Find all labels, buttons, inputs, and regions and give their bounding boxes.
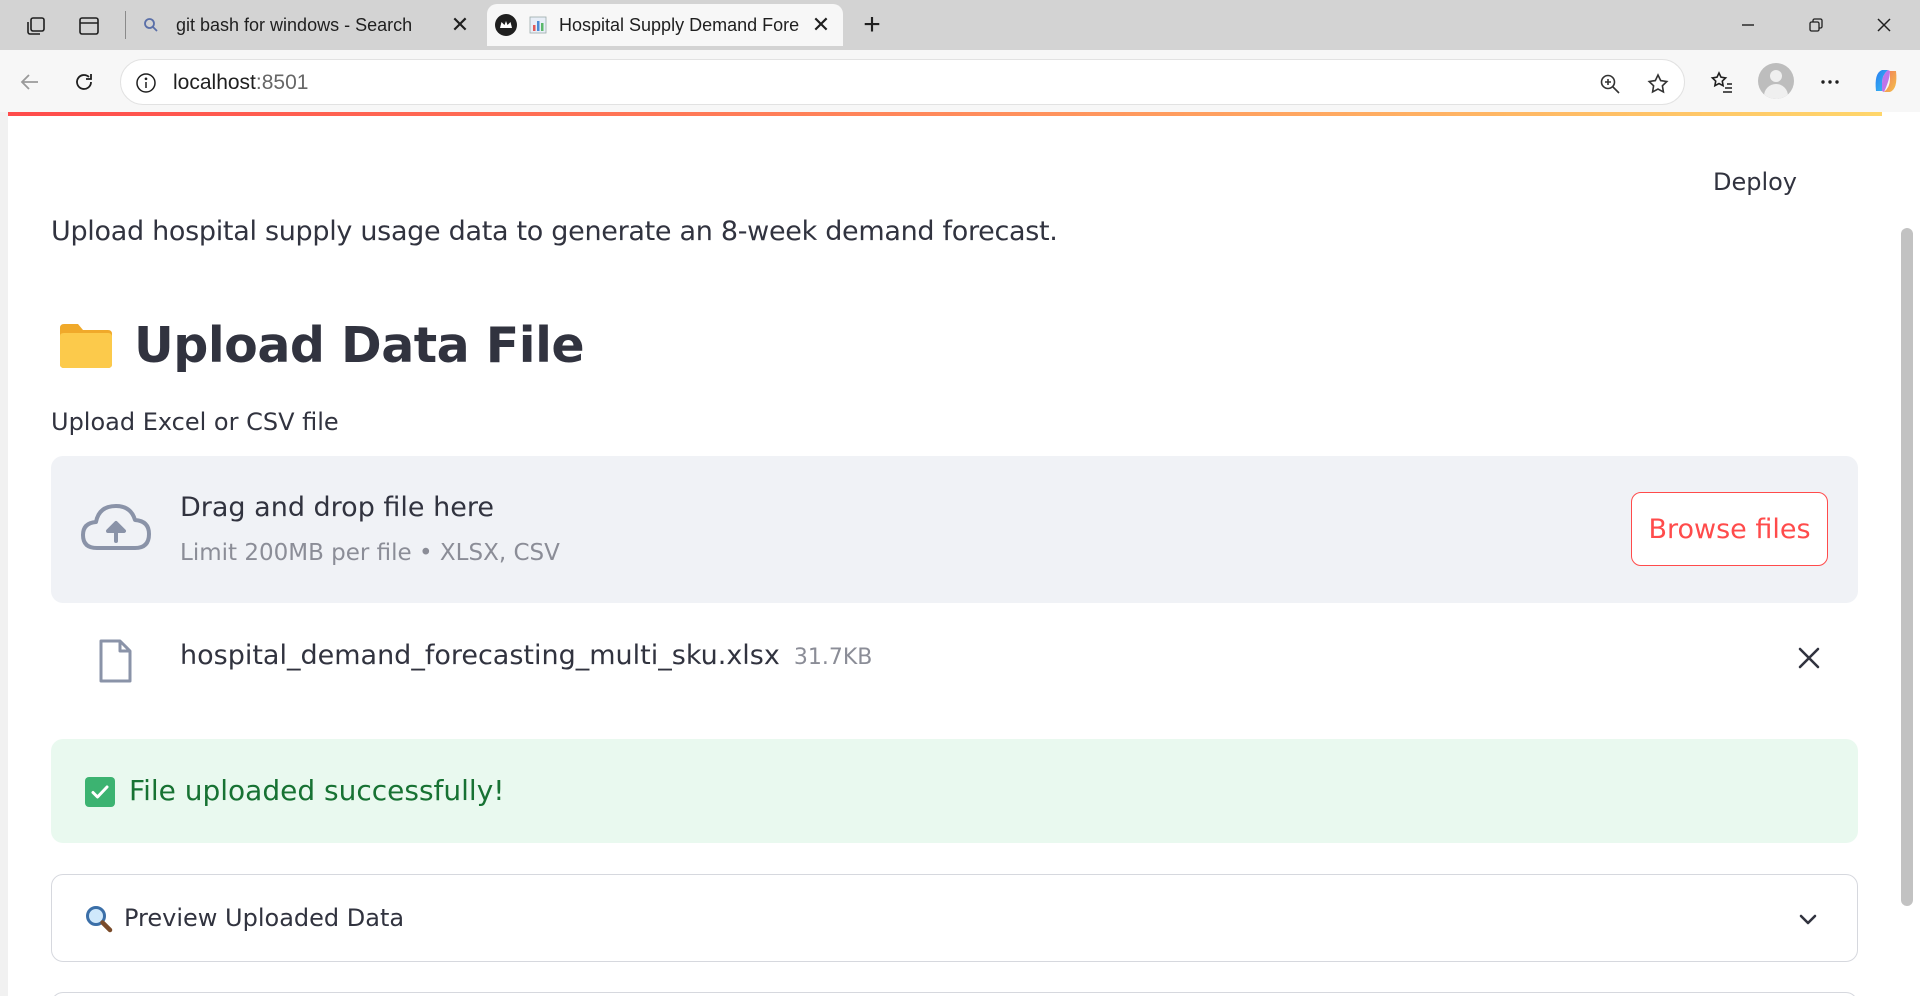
intro-text: Upload hospital supply usage data to gen… bbox=[51, 216, 1058, 247]
workspaces-icon[interactable] bbox=[20, 10, 52, 42]
zoom-icon[interactable] bbox=[1596, 70, 1624, 98]
restore-icon[interactable] bbox=[1782, 0, 1850, 50]
more-options-icon[interactable] bbox=[1812, 64, 1848, 100]
file-dropzone[interactable]: Drag and drop file here Limit 200MB per … bbox=[51, 456, 1858, 603]
file-icon bbox=[95, 638, 135, 684]
preview-data-expander[interactable]: Preview Uploaded Data bbox=[51, 874, 1858, 962]
close-window-icon[interactable] bbox=[1850, 0, 1918, 50]
dropzone-title: Drag and drop file here bbox=[180, 492, 494, 523]
magnifier-icon bbox=[84, 904, 114, 934]
minimize-icon[interactable] bbox=[1714, 0, 1782, 50]
close-tab-icon[interactable]: ✕ bbox=[807, 11, 835, 39]
url-text: localhost:8501 bbox=[173, 71, 309, 94]
copilot-icon[interactable] bbox=[1868, 63, 1904, 99]
uploaded-file-item: hospital_demand_forecasting_multi_sku.xl… bbox=[51, 624, 1858, 694]
tab-separator bbox=[125, 11, 126, 39]
expander-label: Preview Uploaded Data bbox=[124, 904, 405, 932]
uploader-label: Upload Excel or CSV file bbox=[51, 408, 339, 436]
page-title: Upload Data File bbox=[134, 316, 585, 374]
app-header-decoration bbox=[8, 112, 1882, 116]
next-section-card bbox=[51, 992, 1858, 996]
success-alert: File uploaded successfully! bbox=[51, 739, 1858, 843]
scrollbar-thumb[interactable] bbox=[1901, 228, 1913, 906]
success-message: File uploaded successfully! bbox=[129, 774, 505, 807]
new-tab-button[interactable]: + bbox=[855, 8, 889, 42]
cloud-upload-icon bbox=[79, 500, 153, 556]
tab-streamlit-app[interactable]: Hospital Supply Demand Fore ✕ bbox=[487, 4, 843, 46]
streamlit-crown-icon bbox=[495, 14, 517, 36]
chart-icon bbox=[527, 14, 549, 36]
file-size: 31.7KB bbox=[793, 645, 873, 670]
search-icon bbox=[140, 14, 162, 36]
address-bar[interactable]: localhost:8501 bbox=[120, 59, 1685, 105]
chevron-down-icon bbox=[1792, 903, 1824, 935]
close-tab-icon[interactable]: ✕ bbox=[446, 11, 474, 39]
tab-title: Hospital Supply Demand Fore bbox=[559, 14, 800, 35]
browser-tab-bar: git bash for windows - Search ✕ Hospital… bbox=[0, 0, 1920, 50]
file-name: hospital_demand_forecasting_multi_sku.xl… bbox=[180, 640, 780, 671]
site-info-icon[interactable] bbox=[133, 70, 159, 96]
remove-file-icon[interactable] bbox=[1789, 638, 1829, 678]
tab-title: git bash for windows - Search bbox=[176, 14, 413, 35]
tab-bing-search[interactable]: git bash for windows - Search ✕ bbox=[132, 4, 482, 46]
profile-avatar[interactable] bbox=[1758, 63, 1794, 99]
refresh-icon[interactable] bbox=[66, 64, 102, 100]
back-icon[interactable] bbox=[12, 64, 48, 100]
page-viewport: Deploy Upload hospital supply usage data… bbox=[0, 112, 1920, 996]
dropzone-subtitle: Limit 200MB per file • XLSX, CSV bbox=[180, 540, 560, 566]
deploy-button[interactable]: Deploy bbox=[1700, 160, 1810, 204]
section-heading: Upload Data File bbox=[58, 310, 585, 380]
browse-files-button[interactable]: Browse files bbox=[1631, 492, 1828, 566]
favorite-star-icon[interactable] bbox=[1644, 70, 1672, 98]
check-mark-icon bbox=[85, 777, 115, 807]
file-name-line: hospital_demand_forecasting_multi_sku.xl… bbox=[180, 640, 872, 671]
folder-icon bbox=[58, 320, 114, 370]
favorites-icon[interactable] bbox=[1704, 64, 1740, 100]
vertical-tabs-icon[interactable] bbox=[73, 10, 105, 42]
browser-nav-bar: localhost:8501 bbox=[0, 50, 1920, 112]
